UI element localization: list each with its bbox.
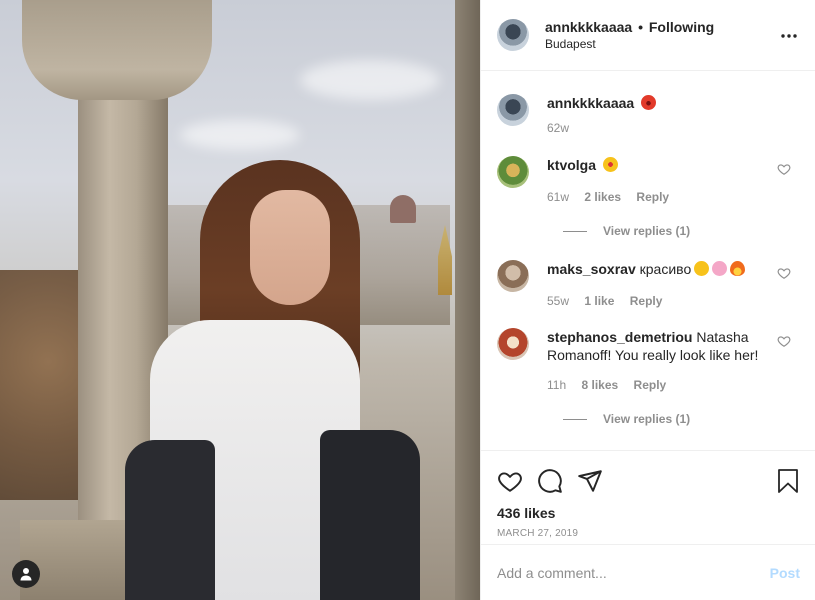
replies-divider [563, 230, 587, 232]
comment-time[interactable]: 61w [547, 190, 569, 204]
comment-username[interactable]: ktvolga [547, 157, 596, 173]
post-header: annkkkkaaaa • Following Budapest [481, 0, 815, 71]
like-comment-icon[interactable] [777, 162, 791, 176]
post-username[interactable]: annkkkkaaaa [545, 19, 632, 35]
comment-text: красиво [639, 261, 692, 277]
view-replies-button[interactable]: View replies (1) [563, 224, 799, 238]
view-replies-label: View replies (1) [603, 412, 691, 426]
comment-likes[interactable]: 2 likes [584, 190, 621, 204]
share-paper-plane-icon[interactable] [577, 468, 603, 494]
comment-likes[interactable]: 8 likes [581, 378, 618, 392]
avatar[interactable] [497, 19, 529, 51]
fire-emoji [730, 261, 746, 276]
comment-input[interactable] [497, 564, 770, 581]
photo-jacket [125, 440, 215, 600]
comment-time[interactable]: 11h [547, 378, 566, 392]
comments-list[interactable]: annkkkkaaaa 62w ktvolga 61w 2 likes Repl… [481, 71, 815, 449]
comment-username[interactable]: stephanos_demetriou [547, 329, 692, 345]
replies-divider [563, 418, 587, 420]
view-replies-label: View replies (1) [603, 224, 691, 238]
post-comment-button[interactable]: Post [770, 565, 800, 581]
reply-button[interactable]: Reply [630, 294, 663, 308]
photo-cloud [300, 60, 440, 100]
post-location[interactable]: Budapest [545, 37, 714, 52]
like-comment-icon[interactable] [777, 334, 791, 348]
photo-cloud [180, 120, 300, 150]
add-comment-bar: Post [481, 544, 815, 600]
user-icon [20, 568, 32, 581]
more-horizontal-icon [781, 34, 797, 38]
more-options-button[interactable] [779, 26, 799, 46]
reply-button[interactable]: Reply [634, 378, 667, 392]
post-date[interactable]: MARCH 27, 2019 [497, 528, 800, 540]
comment-time[interactable]: 55w [547, 294, 569, 308]
caption-time[interactable]: 62w [547, 121, 569, 135]
post-actions: 436 likes MARCH 27, 2019 [481, 450, 815, 540]
comment-bubble-icon[interactable] [537, 468, 563, 494]
comment-username[interactable]: maks_soxrav [547, 261, 636, 277]
avatar[interactable] [497, 260, 529, 292]
caption: annkkkkaaaa 62w [497, 94, 799, 135]
smiling-halo-emoji [694, 261, 710, 276]
comment-item: ktvolga 61w 2 likes Reply [497, 156, 799, 204]
comment-likes[interactable]: 1 like [584, 294, 614, 308]
avatar[interactable] [497, 156, 529, 188]
view-replies-button[interactable]: View replies (1) [563, 412, 799, 426]
star-struck-emoji [602, 157, 618, 172]
avatar[interactable] [497, 328, 529, 360]
photo-column-capital [22, 0, 212, 100]
save-bookmark-icon[interactable] [776, 468, 800, 494]
photo-parliament-dome [390, 195, 416, 223]
caption-username[interactable]: annkkkkaaaa [547, 95, 634, 111]
like-count[interactable]: 436 likes [497, 504, 800, 522]
post-photo[interactable] [0, 0, 480, 600]
separator-dot: • [638, 19, 643, 35]
following-button[interactable]: Following [649, 19, 714, 35]
reply-button[interactable]: Reply [636, 190, 669, 204]
blossom-emoji [712, 261, 728, 276]
photo-face [250, 190, 330, 305]
angry-face-emoji [641, 95, 657, 110]
photo-stone-wall [455, 0, 480, 600]
avatar[interactable] [497, 94, 529, 126]
like-comment-icon[interactable] [777, 266, 791, 280]
tagged-user-button[interactable] [12, 560, 40, 588]
photo-jacket [320, 430, 420, 600]
comment-item: maks_soxrav красиво 55w 1 like Reply [497, 260, 799, 308]
comment-item: stephanos_demetriou Natasha Romanoff! Yo… [497, 328, 799, 392]
like-heart-icon[interactable] [497, 468, 523, 494]
post-details-panel: annkkkkaaaa • Following Budapest annkkkk… [480, 0, 815, 600]
